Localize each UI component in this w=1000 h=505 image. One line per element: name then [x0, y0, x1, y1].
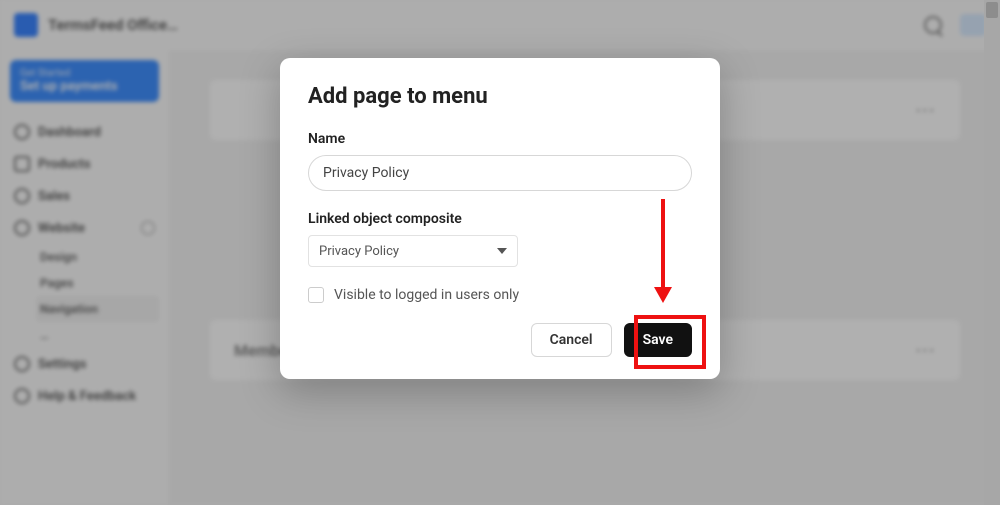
cancel-button-label: Cancel — [550, 332, 593, 348]
modal-title: Add page to menu — [308, 84, 692, 109]
name-input[interactable] — [308, 155, 692, 191]
linked-object-label: Linked object composite — [308, 211, 692, 227]
visibility-checkbox-row[interactable]: Visible to logged in users only — [308, 287, 692, 303]
select-value: Privacy Policy — [319, 244, 399, 259]
name-label: Name — [308, 131, 692, 147]
linked-object-select[interactable]: Privacy Policy — [308, 235, 518, 267]
visibility-label: Visible to logged in users only — [334, 287, 519, 303]
chevron-down-icon — [497, 248, 507, 254]
add-page-modal: Add page to menu Name Linked object comp… — [280, 58, 720, 379]
save-button[interactable]: Save — [624, 323, 692, 357]
modal-overlay[interactable]: Add page to menu Name Linked object comp… — [0, 0, 1000, 505]
modal-actions: Cancel Save — [308, 323, 692, 357]
save-button-label: Save — [643, 332, 673, 348]
visibility-checkbox[interactable] — [308, 287, 324, 303]
cancel-button[interactable]: Cancel — [531, 323, 612, 357]
